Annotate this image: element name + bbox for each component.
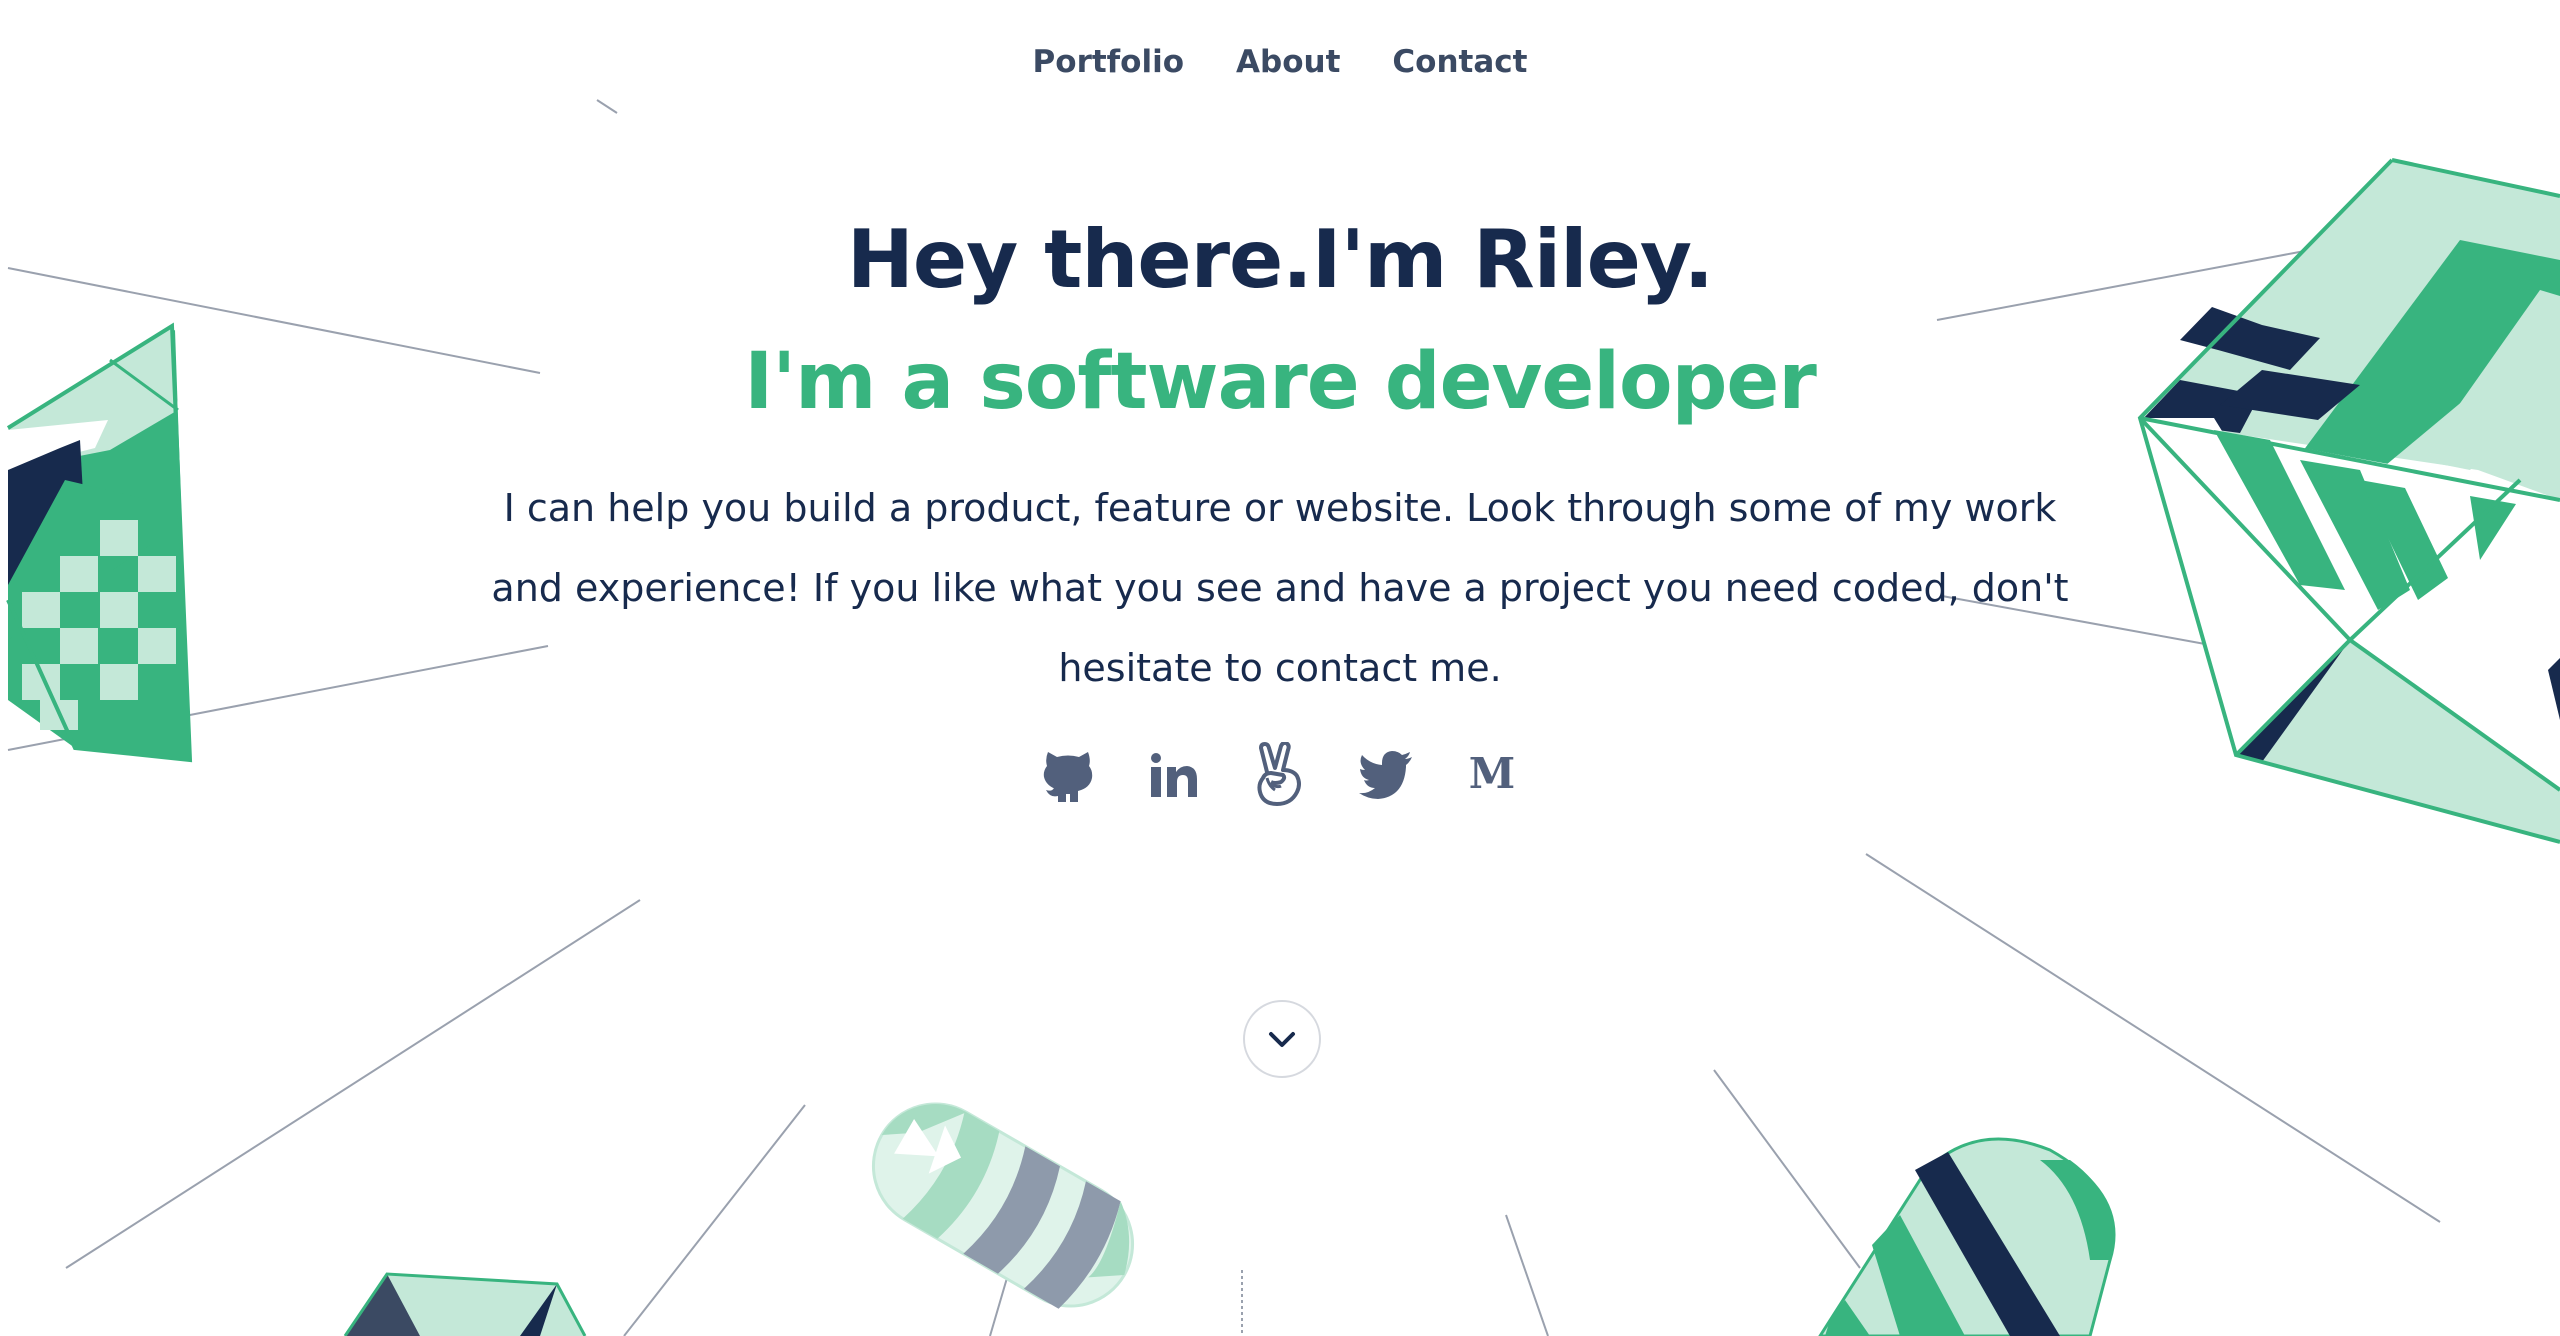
hero-role: I'm a software developer: [744, 337, 1817, 427]
medium-icon[interactable]: M: [1462, 742, 1522, 806]
scroll-down-button[interactable]: [1243, 1000, 1321, 1078]
nav-link-contact[interactable]: Contact: [1390, 44, 1529, 80]
svg-text:M: M: [1469, 752, 1516, 796]
nav-link-about[interactable]: About: [1234, 44, 1342, 80]
top-navigation: Portfolio About Contact: [0, 44, 2560, 80]
striped-capsule-shape: [1818, 1137, 2116, 1336]
hero-greeting: Hey there.I'm Riley.: [846, 213, 1714, 306]
angellist-icon[interactable]: [1250, 742, 1310, 806]
hero-section: Hey there.I'm Riley. I'm a software deve…: [0, 210, 2560, 708]
nav-link-portfolio[interactable]: Portfolio: [1031, 44, 1186, 80]
twitter-icon[interactable]: [1356, 742, 1416, 806]
chevron-down-icon: [1269, 1032, 1295, 1047]
portfolio-page: Portfolio About Contact Hey there.I'm Ri…: [0, 0, 2560, 1336]
social-links: M: [0, 742, 2560, 806]
hero-description: I can help you build a product, feature …: [491, 486, 2069, 690]
bottom-left-prism-shape: [343, 1272, 587, 1336]
linkedin-icon[interactable]: [1144, 742, 1204, 806]
github-icon[interactable]: [1038, 742, 1098, 806]
